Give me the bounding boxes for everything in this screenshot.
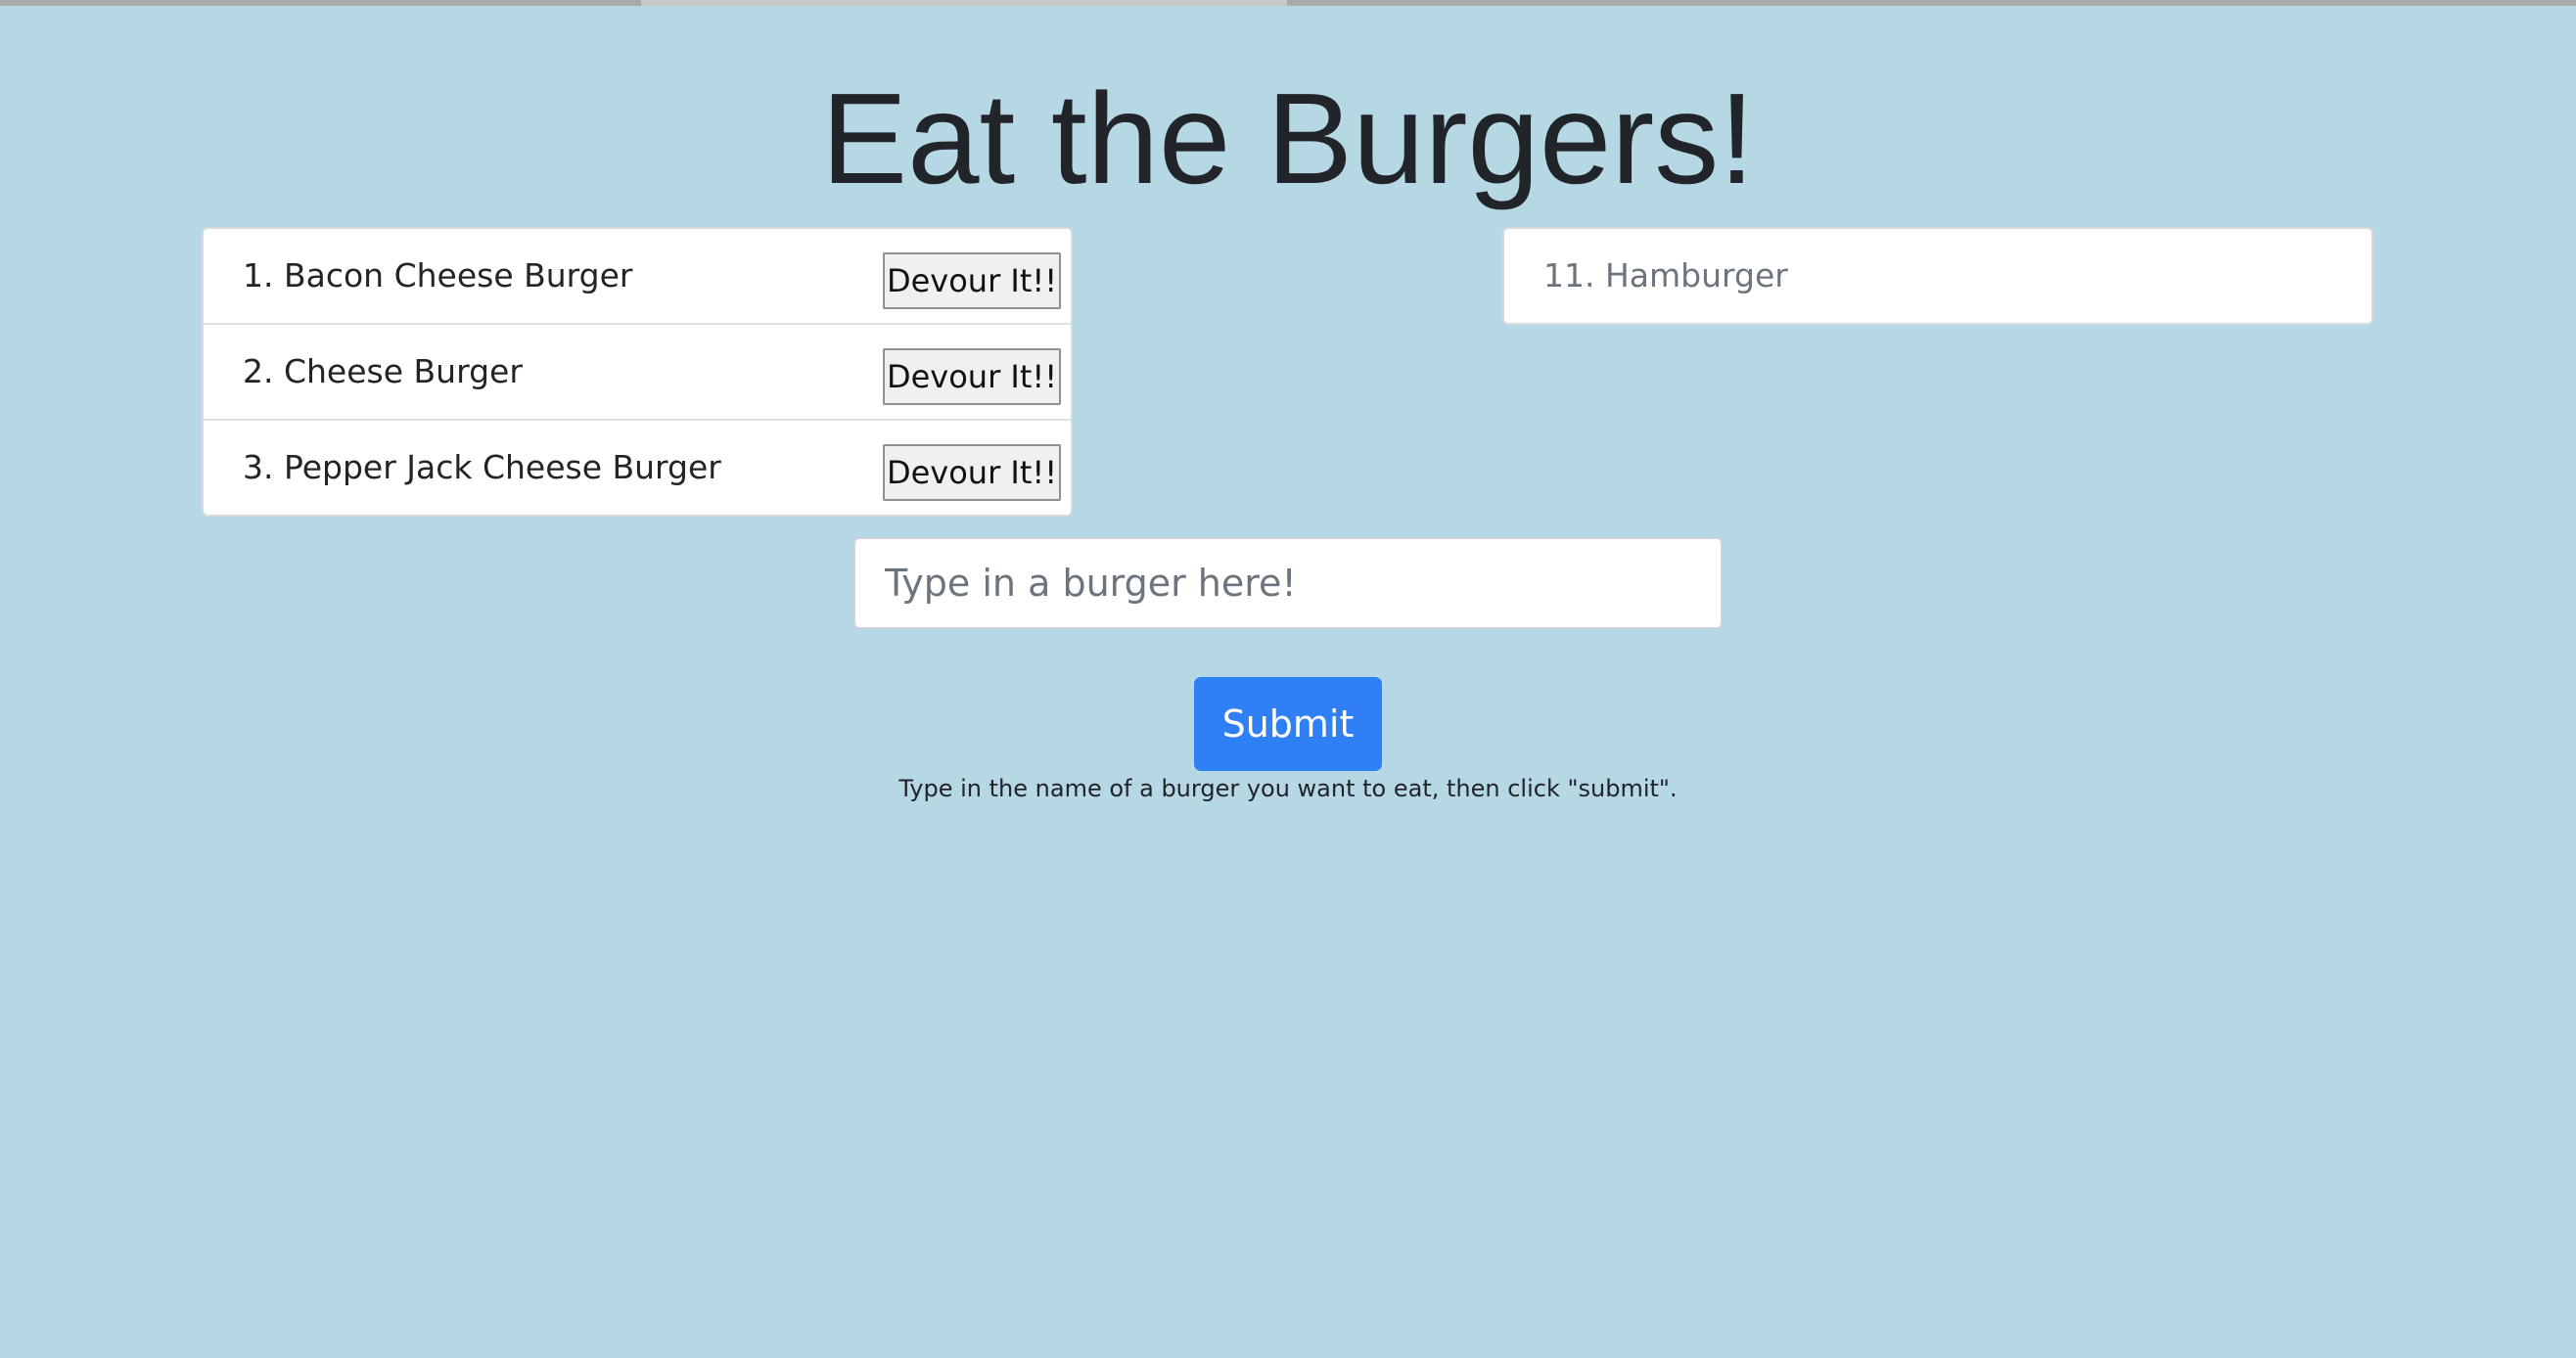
list-item: 3. Pepper Jack Cheese Burger Devour It!! [204, 419, 1071, 513]
devour-button[interactable]: Devour It!! [883, 348, 1061, 405]
devoured-burger-name: 11. Hamburger [1543, 256, 1788, 294]
burger-name: 2. Cheese Burger [243, 352, 523, 390]
browser-top-strip [0, 0, 2576, 6]
devoured-burger-list: 11. Hamburger [1502, 227, 2373, 325]
burger-name: 1. Bacon Cheese Burger [243, 256, 633, 294]
devour-button[interactable]: Devour It!! [883, 444, 1061, 501]
burger-name-input[interactable] [853, 537, 1723, 629]
submit-button[interactable]: Submit [1194, 677, 1382, 771]
devour-button[interactable]: Devour It!! [883, 252, 1061, 309]
browser-tab-segment [641, 0, 1287, 6]
list-item: 11. Hamburger [1504, 229, 2371, 323]
burger-name: 3. Pepper Jack Cheese Burger [243, 448, 721, 486]
uneaten-burger-list: 1. Bacon Cheese Burger Devour It!! 2. Ch… [202, 227, 1073, 517]
instructions-text: Type in the name of a burger you want to… [898, 775, 1678, 802]
page-title: Eat the Burgers! [821, 67, 1755, 210]
list-item: 2. Cheese Burger Devour It!! [204, 323, 1071, 417]
list-item: 1. Bacon Cheese Burger Devour It!! [204, 229, 1071, 323]
